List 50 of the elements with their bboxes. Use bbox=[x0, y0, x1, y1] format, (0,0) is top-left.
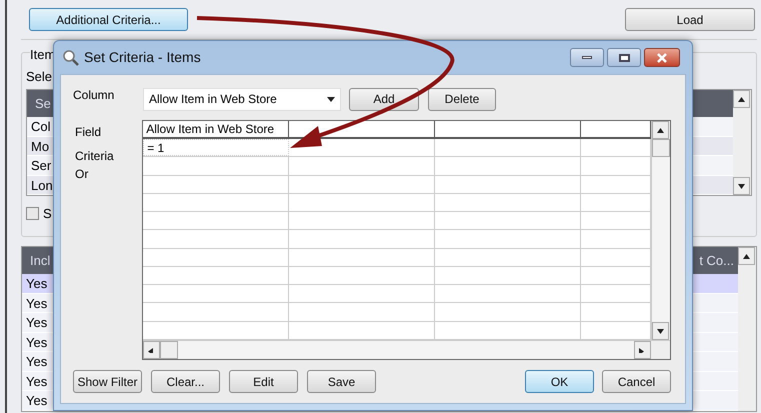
close-button[interactable] bbox=[644, 48, 680, 67]
triangle-icon bbox=[743, 254, 750, 258]
dialog-button[interactable]: Clear... bbox=[151, 370, 220, 393]
scrollbar[interactable] bbox=[733, 90, 751, 195]
dialog-button[interactable]: Edit bbox=[229, 370, 298, 393]
scroll-thumb[interactable] bbox=[652, 139, 670, 157]
dialog-button[interactable]: OK bbox=[525, 370, 594, 393]
column-header: Allow Item in Web Store bbox=[146, 122, 274, 136]
checkbox[interactable] bbox=[26, 207, 39, 220]
scrollbar-corner bbox=[651, 341, 670, 359]
window-title: Set Criteria - Items bbox=[84, 48, 201, 67]
column-header: t Co... bbox=[699, 252, 734, 270]
dialog-button[interactable]: Save bbox=[307, 370, 376, 393]
close-icon bbox=[656, 52, 668, 62]
column-header: Incl bbox=[30, 252, 50, 270]
triangle-icon bbox=[738, 96, 745, 102]
dialog-button[interactable]: Show Filter bbox=[73, 370, 142, 393]
triangle-icon bbox=[148, 348, 156, 352]
triangle-icon bbox=[657, 128, 664, 132]
search-icon bbox=[62, 48, 80, 66]
scroll-up-button[interactable] bbox=[733, 90, 750, 108]
scroll-down-button[interactable] bbox=[733, 177, 750, 195]
scrollbar[interactable] bbox=[738, 247, 756, 410]
table-cell[interactable]: = 1 bbox=[147, 141, 164, 155]
row-label: Or bbox=[75, 166, 90, 183]
list-caption: Sele bbox=[26, 68, 54, 86]
scroll-left-button[interactable] bbox=[143, 341, 160, 359]
maximize-button[interactable] bbox=[607, 48, 641, 67]
row-label: Criteria bbox=[75, 148, 115, 165]
scroll-thumb[interactable] bbox=[160, 341, 178, 359]
scrollbar[interactable] bbox=[651, 121, 670, 340]
scroll-right-button[interactable] bbox=[634, 341, 651, 359]
dialog-button[interactable]: Cancel bbox=[602, 370, 671, 393]
scroll-down-button[interactable] bbox=[652, 322, 669, 340]
scroll-up-button[interactable] bbox=[652, 121, 669, 139]
scroll-up-button[interactable] bbox=[738, 247, 755, 265]
dropdown-caret-icon bbox=[327, 96, 335, 102]
triangle-icon bbox=[657, 328, 664, 334]
additional-criteria-button[interactable]: Additional Criteria... bbox=[29, 8, 188, 31]
row-label: Field bbox=[75, 124, 102, 141]
delete-button[interactable]: Delete bbox=[428, 88, 496, 110]
triangle-icon bbox=[738, 184, 745, 188]
minimize-button[interactable] bbox=[570, 48, 604, 67]
triangle-icon bbox=[639, 348, 646, 352]
checkbox-label: S bbox=[43, 205, 52, 223]
load-button[interactable]: Load bbox=[625, 8, 755, 31]
add-button[interactable]: Add bbox=[349, 88, 419, 110]
column-dropdown[interactable]: Allow Item in Web Store bbox=[143, 88, 341, 110]
horizontal-scrollbar[interactable] bbox=[143, 341, 651, 359]
column-label: Column bbox=[73, 87, 116, 104]
